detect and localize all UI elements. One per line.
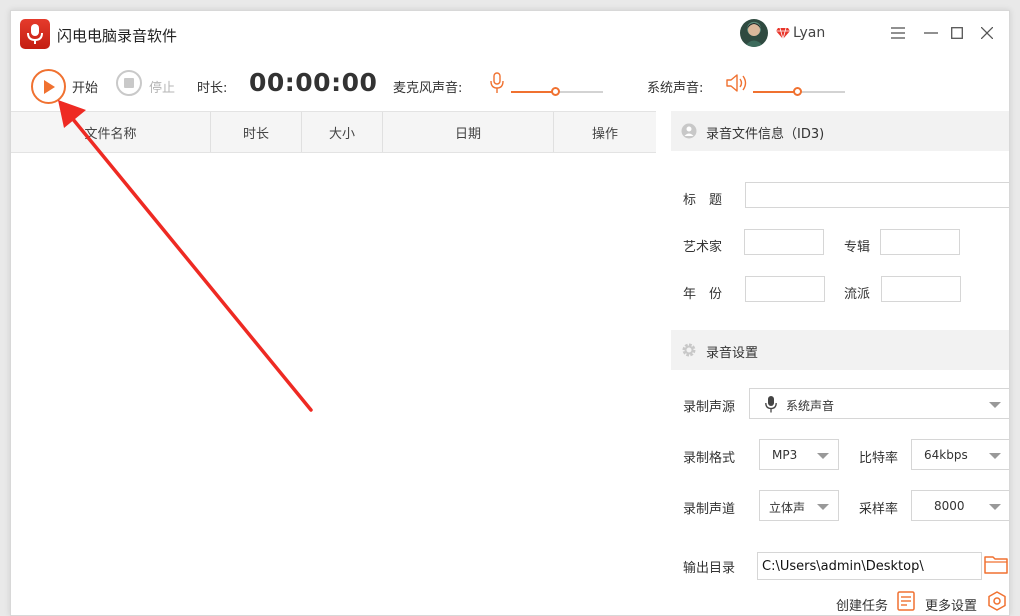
stop-button[interactable]	[116, 70, 142, 96]
minimize-button[interactable]	[921, 23, 941, 43]
system-volume-knob[interactable]	[793, 87, 803, 96]
id3-title-label: 标 题	[683, 193, 723, 208]
username[interactable]: Lyan	[793, 25, 825, 41]
id3-artist-input[interactable]	[744, 229, 824, 255]
id3-section-title: 录音文件信息（ID3)	[706, 127, 825, 142]
minimize-icon	[924, 32, 938, 34]
id3-album-label: 专辑	[844, 240, 871, 255]
close-icon	[981, 27, 993, 39]
column-size[interactable]: 大小	[302, 112, 383, 152]
title-bar: 闪电电脑录音软件 Lyan	[11, 11, 1009, 55]
microphone-icon	[490, 72, 504, 93]
app-title: 闪电电脑录音软件	[57, 27, 178, 45]
source-select[interactable]: 系统声音	[749, 388, 1009, 419]
info-disc-icon	[681, 123, 697, 139]
more-settings-link[interactable]: 更多设置	[925, 595, 977, 614]
id3-section-header: 录音文件信息（ID3)	[671, 111, 1009, 151]
gear-icon	[682, 343, 696, 357]
id3-artist-label: 艺术家	[683, 240, 723, 255]
column-date[interactable]: 日期	[383, 112, 554, 152]
channel-select[interactable]: 立体声	[759, 490, 839, 521]
menu-button[interactable]	[888, 23, 908, 43]
stop-label[interactable]: 停止	[149, 77, 175, 96]
id3-genre-label: 流派	[844, 287, 871, 302]
bitrate-label: 比特率	[859, 451, 899, 466]
id3-year-input[interactable]	[745, 276, 825, 302]
timer-display: 00:00:00	[249, 68, 378, 97]
column-actions[interactable]: 操作	[554, 112, 656, 152]
format-select[interactable]: MP3	[759, 439, 839, 470]
column-filename[interactable]: 文件名称	[11, 112, 211, 152]
mic-volume-label: 麦克风声音:	[393, 81, 463, 96]
source-label: 录制声源	[683, 400, 736, 415]
file-table-header: 文件名称 时长 大小 日期 操作	[11, 111, 656, 153]
samplerate-label: 采样率	[859, 502, 899, 517]
chevron-down-icon	[817, 453, 829, 459]
chevron-down-icon	[989, 453, 1001, 459]
speaker-icon	[726, 74, 747, 92]
play-icon	[43, 79, 55, 94]
system-volume-fill	[753, 91, 798, 93]
system-volume-label: 系统声音:	[647, 81, 704, 96]
source-value: 系统声音	[786, 399, 835, 413]
start-label[interactable]: 开始	[72, 77, 98, 96]
column-duration[interactable]: 时长	[211, 112, 302, 152]
channel-label: 录制声道	[683, 502, 736, 517]
avatar[interactable]	[740, 19, 768, 47]
task-list-icon[interactable]	[897, 591, 915, 611]
id3-album-input[interactable]	[880, 229, 960, 255]
settings-section-title: 录音设置	[706, 346, 759, 361]
hamburger-menu-icon	[891, 27, 905, 39]
output-path-input[interactable]: C:\Users\admin\Desktop\	[757, 552, 982, 580]
mic-volume-fill	[511, 91, 556, 93]
chevron-down-icon	[817, 504, 829, 510]
id3-year-label: 年 份	[683, 287, 723, 302]
output-label: 输出目录	[683, 561, 736, 576]
avatar-image-icon	[744, 23, 764, 47]
start-button[interactable]	[31, 69, 66, 104]
microphone-source-icon	[765, 396, 777, 413]
mic-volume-knob[interactable]	[551, 87, 561, 96]
duration-label: 时长:	[197, 81, 228, 96]
format-label: 录制格式	[683, 451, 736, 466]
bitrate-select[interactable]: 64kbps	[911, 439, 1009, 470]
channel-value: 立体声	[769, 501, 806, 515]
app-window: 闪电电脑录音软件 Lyan 开始 停止 时长: 00:00:00 麦克风声音: …	[10, 10, 1010, 616]
settings-section-header: 录音设置	[671, 330, 1009, 370]
maximize-button[interactable]	[947, 23, 967, 43]
chevron-down-icon	[989, 402, 1001, 408]
system-volume-slider[interactable]	[753, 87, 845, 97]
app-logo	[20, 19, 50, 49]
id3-genre-input[interactable]	[881, 276, 961, 302]
microphone-logo-icon	[27, 24, 43, 44]
settings-hexagon-icon[interactable]	[987, 591, 1007, 611]
format-value: MP3	[772, 448, 798, 462]
right-panel: 录音文件信息（ID3) 标 题 艺术家 专辑 年 份 流派 录音设置 录制声源 …	[671, 111, 1009, 615]
close-button[interactable]	[977, 23, 997, 43]
file-list[interactable]	[11, 153, 656, 615]
id3-title-input[interactable]	[745, 182, 1009, 208]
samplerate-value: 8000	[934, 499, 965, 513]
bitrate-value: 64kbps	[924, 448, 968, 462]
folder-icon[interactable]	[984, 554, 1008, 574]
stop-icon	[124, 78, 134, 88]
maximize-icon	[951, 27, 963, 39]
recording-toolbar: 开始 停止 时长: 00:00:00 麦克风声音: 系统声音:	[11, 55, 1009, 111]
samplerate-select[interactable]: 8000	[911, 490, 1009, 521]
chevron-down-icon	[989, 504, 1001, 510]
create-task-link[interactable]: 创建任务	[836, 595, 888, 614]
vip-diamond-icon	[776, 27, 790, 39]
output-path-value: C:\Users\admin\Desktop\	[762, 559, 924, 574]
mic-volume-slider[interactable]	[511, 87, 603, 97]
